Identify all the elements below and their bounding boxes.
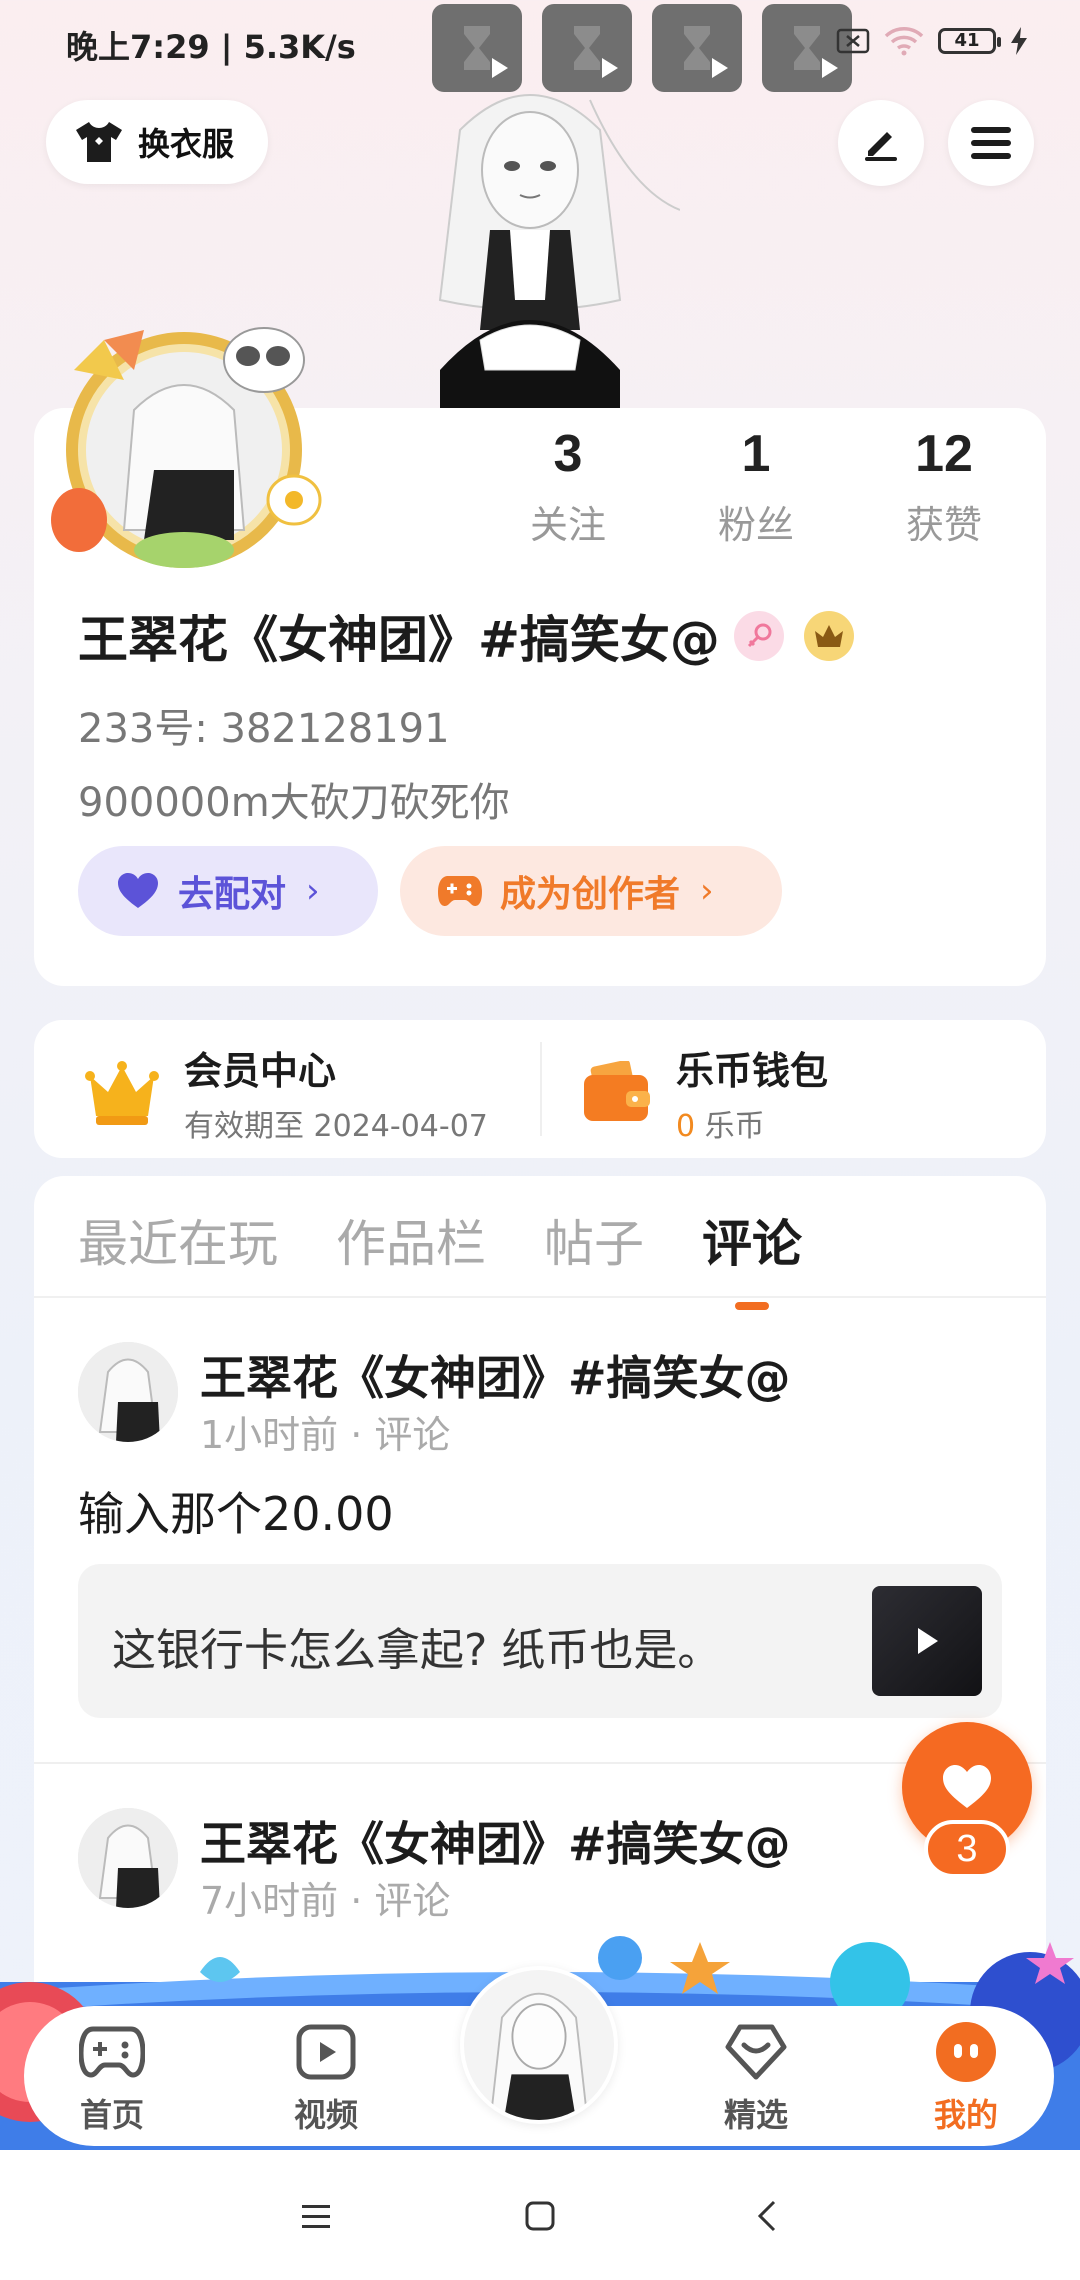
change-outfit-label: 换衣服 — [138, 125, 235, 163]
gamepad-icon — [79, 2026, 145, 2078]
nav-featured-label: 精选 — [723, 2096, 788, 2134]
member-wallet-card: 会员中心 有效期至 2024-04-07 乐币钱包 0 乐币 — [34, 1020, 1046, 1158]
status-time: 晚上7:29 | 5.3K/s — [66, 28, 356, 66]
edit-profile-button[interactable] — [838, 100, 924, 186]
member-center-title: 会员中心 — [184, 1049, 337, 1093]
coin-amount: 0 — [676, 1109, 696, 1144]
menu-button[interactable] — [948, 100, 1034, 186]
stat-label: 获赞 — [905, 503, 982, 547]
become-creator-label: 成为创作者 — [500, 874, 681, 915]
center-avatar-button[interactable] — [460, 1966, 618, 2124]
recent-apps-icon[interactable] — [296, 2196, 336, 2236]
tab-posts[interactable]: 帖子 — [544, 1204, 644, 1276]
battery-indicator: 41 — [938, 28, 1001, 54]
coin-balance: 0 乐币 — [676, 1101, 828, 1145]
stat-following[interactable]: 3 关注 — [474, 424, 662, 549]
username: 王翠花《女神团》#搞笑女@ — [78, 611, 720, 669]
coin-wallet-entry[interactable]: 乐币钱包 0 乐币 — [582, 1040, 828, 1145]
heart-icon — [943, 1765, 991, 1808]
play-icon — [918, 1628, 938, 1654]
user-avatar[interactable] — [34, 300, 334, 570]
tabs-divider — [34, 1296, 1046, 1298]
hourglass-icon — [794, 26, 820, 70]
username-row: 王翠花《女神团》#搞笑女@ — [78, 600, 854, 672]
hourglass-icon — [574, 26, 600, 70]
divider — [540, 1042, 542, 1136]
comment-author[interactable]: 王翠花《女神团》#搞笑女@ — [200, 1342, 791, 1408]
stat-likes[interactable]: 12 获赞 — [850, 424, 1038, 549]
tab-works[interactable]: 作品栏 — [336, 1204, 486, 1276]
comment-author[interactable]: 王翠花《女神团》#搞笑女@ — [200, 1808, 791, 1874]
stat-label: 粉丝 — [717, 503, 794, 547]
divider — [34, 1762, 1046, 1764]
chevron-right-icon: › — [306, 871, 320, 911]
nav-video-label: 视频 — [293, 2096, 358, 2134]
wallet-icon — [584, 1060, 650, 1121]
female-gender-icon — [733, 611, 784, 661]
sim-error-icon — [836, 28, 870, 54]
become-creator-button[interactable]: 成为创作者 › — [400, 846, 782, 936]
go-match-label: 去配对 — [178, 874, 287, 915]
stat-number: 3 — [553, 425, 583, 483]
crown-icon — [85, 1060, 159, 1125]
crown-badge-icon[interactable] — [803, 611, 854, 661]
home-icon[interactable] — [520, 2196, 560, 2236]
nav-home-label: 首页 — [79, 2096, 144, 2134]
content-tabs: 最近在玩 作品栏 帖子 评论 — [78, 1204, 802, 1276]
user-bio: 900000m大砍刀砍死你 — [78, 780, 510, 826]
wifi-icon — [884, 27, 924, 56]
comment-meta: 7小时前 · 评论 — [200, 1879, 451, 1923]
hourglass-icon — [464, 26, 490, 70]
coin-unit: 乐币 — [704, 1109, 765, 1144]
avatar[interactable] — [78, 1342, 178, 1442]
heart-diamond-icon — [725, 2024, 787, 2080]
character-figure-illustration — [438, 94, 680, 410]
avatar[interactable] — [78, 1808, 178, 1908]
video-thumbnail — [872, 1586, 982, 1696]
profile-stats: 3 关注 1 粉丝 12 获赞 — [474, 424, 1038, 549]
comment-meta: 1小时前 · 评论 — [200, 1413, 451, 1457]
stat-number: 1 — [741, 425, 771, 483]
hamburger-icon — [971, 127, 1011, 159]
like-count-badge: 3 — [924, 1820, 1010, 1878]
comment-text: 输入那个20.00 — [78, 1487, 394, 1541]
chevron-right-icon: › — [700, 871, 714, 911]
user-id: 233号: 382128191 — [78, 706, 450, 752]
nav-mine-label: 我的 — [933, 2096, 998, 2134]
status-icons: 41 — [836, 26, 1028, 56]
go-match-button[interactable]: 去配对 › — [78, 846, 378, 936]
heart-icon — [118, 873, 158, 908]
tab-recently-played[interactable]: 最近在玩 — [78, 1204, 278, 1276]
coin-wallet-title: 乐币钱包 — [676, 1049, 829, 1093]
change-outfit-button[interactable]: 换衣服 — [46, 100, 268, 184]
hourglass-icon — [684, 26, 710, 70]
profile-face-icon — [936, 2022, 996, 2082]
nav-video[interactable]: 视频 — [266, 2018, 386, 2136]
system-navigation-bar — [0, 2150, 1080, 2280]
quoted-post-text: 这银行卡怎么拿起? 纸币也是。 — [112, 1625, 722, 1676]
quoted-post[interactable]: 这银行卡怎么拿起? 纸币也是。 — [78, 1564, 1002, 1718]
tab-comments[interactable]: 评论 — [702, 1204, 802, 1276]
stat-number: 12 — [915, 425, 973, 483]
stat-label: 关注 — [529, 503, 606, 547]
back-icon[interactable] — [748, 2196, 788, 2236]
nav-featured[interactable]: 精选 — [696, 2018, 816, 2136]
stat-followers[interactable]: 1 粉丝 — [662, 424, 850, 549]
nav-home[interactable]: 首页 — [52, 2018, 172, 2136]
tshirt-icon — [76, 122, 122, 162]
pencil-icon — [865, 132, 897, 161]
nav-mine[interactable]: 我的 — [906, 2018, 1026, 2136]
member-center-entry[interactable]: 会员中心 有效期至 2024-04-07 — [84, 1040, 488, 1145]
member-expiry: 有效期至 2024-04-07 — [184, 1109, 488, 1144]
video-icon — [296, 2024, 356, 2080]
charging-bolt-icon — [1011, 27, 1027, 55]
gamepad-icon — [438, 876, 482, 906]
